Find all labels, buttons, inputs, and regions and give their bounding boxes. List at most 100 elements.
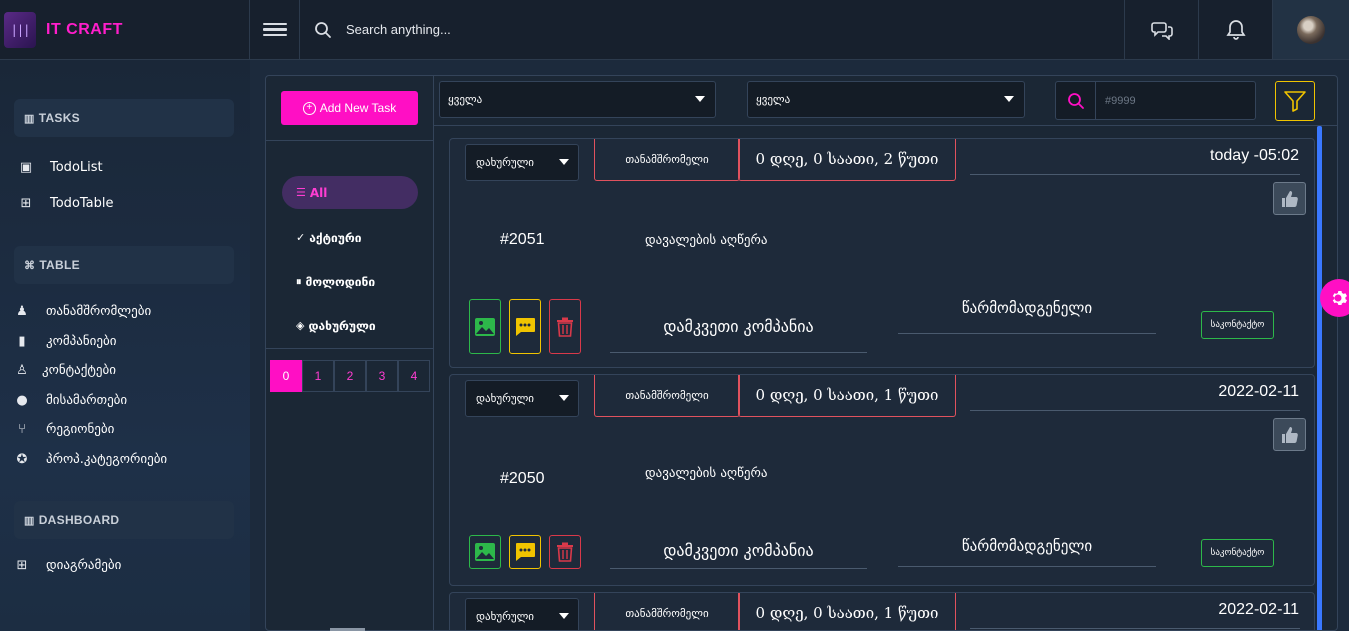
page-button[interactable]: 2 [334,360,366,392]
layers-icon: ◈ [296,319,305,332]
status-value: დახურული [476,392,534,405]
pagination: 0 1 2 3 4 [270,360,430,392]
search-button[interactable] [1056,82,1096,119]
sidebar-item-todotable[interactable]: ⊞ TodoTable [16,196,114,211]
pause-icon: ⏸ [296,274,302,288]
sidebar-item-label: პროპ.კატეგორიები [46,452,168,467]
task-number: #2050 [500,470,545,487]
brand[interactable]: ||| IT CRAFT [0,0,250,59]
thumbs-up-icon [1281,426,1298,443]
sidebar-item-label: TodoList [50,160,103,175]
task-filter-bar: ყველა ყველა [434,76,1337,126]
funnel-icon [1284,91,1306,112]
brand-logo-icon: ||| [4,11,36,48]
grid-icon: ⊞ [16,558,28,573]
task-date: today -05:02 [1210,147,1299,164]
select-value: ყველა [448,93,483,106]
task-id-search [1055,81,1256,120]
user-icon: ♟ [16,304,28,319]
filter-closed[interactable]: ◈ დახურული [282,309,418,342]
sidebar-section-table: ⌘ TABLE [14,246,234,284]
chevron-down-icon [559,159,569,165]
bell-icon [1225,19,1246,40]
like-button[interactable] [1273,418,1306,451]
sidebar-item-categories[interactable]: ✪ პროპ.კატეგორიები [12,452,168,467]
bar-chart-icon: ▥ [24,514,35,527]
contact-button[interactable]: საკონტაქტო [1201,311,1274,339]
sidebar-item-addresses[interactable]: ● მისამართები [12,393,127,408]
client-company: დამკვეთი კომპანია [610,313,867,353]
filter-label: All [309,185,328,200]
comment-button[interactable] [509,299,541,354]
hamburger-icon [262,20,287,40]
chevron-down-icon [559,395,569,401]
image-icon [475,543,495,561]
filter-button[interactable] [1275,81,1315,121]
search-icon [1067,92,1084,109]
comment-button[interactable] [509,535,541,569]
delete-button[interactable] [549,299,581,354]
filter-pending[interactable]: ⏸ მოლოდინი [282,265,418,298]
building-icon: ▮ [18,334,26,349]
image-button[interactable] [469,535,501,569]
add-task-label: Add New Task [319,101,397,115]
representative: წარმომადგენელი [898,537,1156,567]
scrollbar[interactable] [1317,126,1322,630]
image-button[interactable] [469,299,501,354]
filter-select-one[interactable]: ყველა [439,81,716,118]
status-select[interactable]: დახურული [465,144,579,181]
sidebar-item-diagrams[interactable]: ⊞ დიაგრამები [12,558,122,573]
sidebar-item-contacts[interactable]: ♙ კონტაქტები [12,363,116,378]
page-button[interactable]: 1 [302,360,334,392]
select-value: ყველა [756,93,791,106]
section-title: TASKS [38,111,80,125]
status-select[interactable]: დახურული [465,598,579,630]
page-button[interactable]: 0 [270,360,302,392]
employee-label: თანამშრომელი [594,375,740,417]
scrollbar-thumb[interactable] [1317,126,1322,630]
user-menu-button[interactable] [1272,0,1349,59]
categories-icon: ✪ [16,452,28,467]
sidebar-item-label: კონტაქტები [42,363,116,378]
list-icon: ☰ [296,186,306,199]
global-search [300,0,1124,59]
add-task-button[interactable]: + Add New Task [281,91,418,125]
sidebar-item-regions[interactable]: ⑂ რეგიონები [12,422,114,437]
filter-all[interactable]: ☰ All [282,176,418,209]
page-button[interactable]: 3 [366,360,398,392]
representative: წარმომადგენელი [898,299,1156,334]
branch-icon: ⑂ [18,422,26,437]
check-circle-icon: ✓ [296,231,306,244]
chat-icon [1150,21,1173,40]
search-input[interactable] [346,22,746,37]
filter-active[interactable]: ✓ აქტიური [282,221,418,254]
delete-button[interactable] [549,535,581,569]
chat-button[interactable] [1124,0,1198,59]
page-button[interactable]: 4 [398,360,430,392]
divider [970,628,1300,629]
task-id-input[interactable] [1096,82,1246,119]
top-bar: ||| IT CRAFT [0,0,1349,60]
sitemap-icon: ⌘ [24,259,36,272]
task-list-column: ყველა ყველა #9999 დახურული თანამშრომელი … [434,76,1337,630]
sidebar-item-employees[interactable]: ♟ თანამშრომლები [12,304,151,319]
employee-label: თანამშრომელი [594,593,740,630]
duration-label: 0 დღე, 0 საათი, 1 წუთი [738,593,956,630]
filter-label: დახურული [308,318,376,333]
sidebar-item-label: კომპანიები [46,334,117,349]
trash-icon [557,317,573,337]
menu-toggle-button[interactable] [250,0,300,59]
status-select[interactable]: დახურული [465,380,579,417]
contact-button[interactable]: საკონტაქტო [1201,539,1274,567]
chevron-down-icon [695,96,705,102]
filter-select-two[interactable]: ყველა [747,81,1025,118]
sidebar-item-todolist[interactable]: ▣ TodoList [16,160,103,175]
sidebar-item-companies[interactable]: ▮ კომპანიები [12,334,116,349]
sidebar-item-label: რეგიონები [46,422,115,437]
trash-icon [557,542,573,562]
sidebar-item-label: მისამართები [46,393,128,408]
divider [970,174,1300,175]
like-button[interactable] [1273,182,1306,215]
bar-chart-icon: ▥ [24,112,35,125]
notifications-button[interactable] [1198,0,1272,59]
